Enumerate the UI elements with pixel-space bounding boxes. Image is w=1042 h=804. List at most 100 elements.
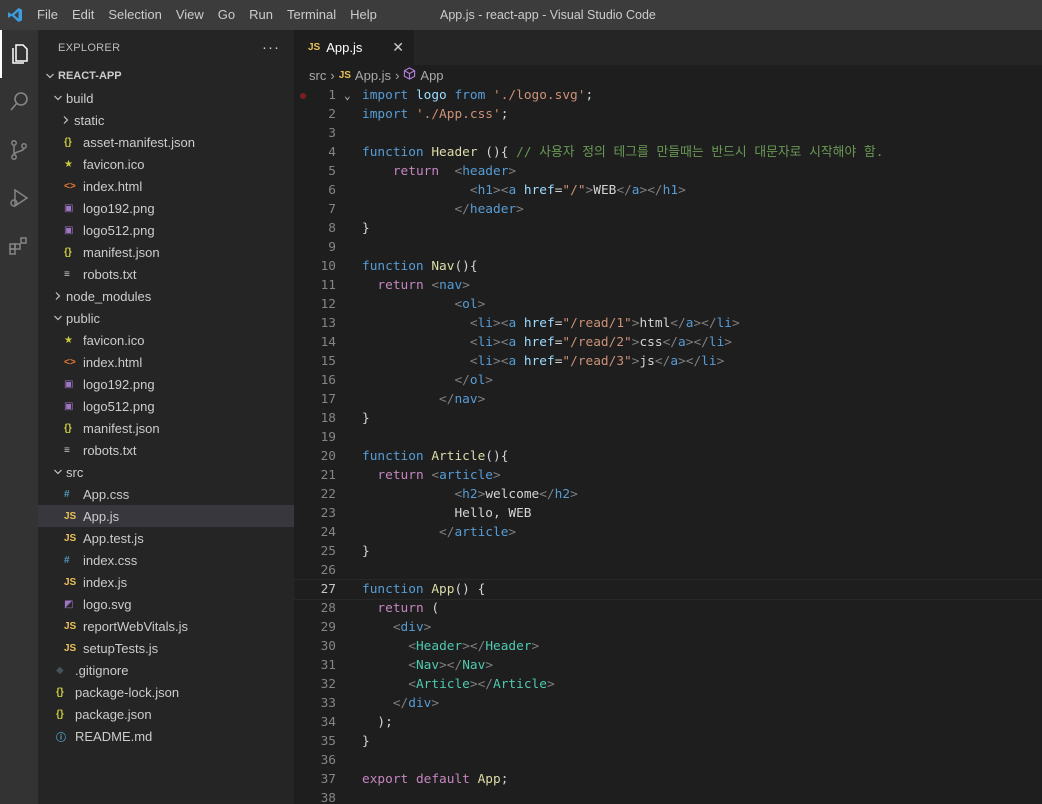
tree-file[interactable]: ★ favicon.ico: [38, 153, 294, 175]
tree-file[interactable]: ◩ logo.svg: [38, 593, 294, 615]
code-line[interactable]: 12 <ol>: [294, 295, 1042, 314]
menu-help[interactable]: Help: [343, 0, 384, 30]
source-control-icon[interactable]: [0, 126, 38, 174]
menu-edit[interactable]: Edit: [65, 0, 101, 30]
code-line[interactable]: 15 <li><a href="/read/3">js</a></li>: [294, 352, 1042, 371]
tree-folder[interactable]: public: [38, 307, 294, 329]
code-line[interactable]: 33 </div>: [294, 694, 1042, 713]
tree-item-label: static: [74, 112, 105, 128]
code-token: function: [362, 582, 432, 597]
code-line[interactable]: 31 <Nav></Nav>: [294, 656, 1042, 675]
code-line[interactable]: 7 </header>: [294, 200, 1042, 219]
tree-item-label: src: [66, 464, 84, 480]
tree-folder[interactable]: node_modules: [38, 285, 294, 307]
code-line[interactable]: 28 return (: [294, 599, 1042, 618]
code-line[interactable]: 10 function Nav(){: [294, 257, 1042, 276]
code-line[interactable]: 6 <h1><a href="/">WEB</a></h1>: [294, 181, 1042, 200]
code-token: "/read/1": [562, 316, 632, 331]
code-token: (){: [485, 449, 509, 464]
tree-file[interactable]: {} package-lock.json: [38, 681, 294, 703]
code-line[interactable]: 2 import './App.css';: [294, 105, 1042, 124]
menu-selection[interactable]: Selection: [101, 0, 168, 30]
tree-file[interactable]: # App.css: [38, 483, 294, 505]
code-line[interactable]: 1 ⌄ import logo from './logo.svg';: [294, 86, 1042, 105]
tree-file[interactable]: JS reportWebVitals.js: [38, 615, 294, 637]
line-number: 3: [328, 126, 336, 141]
tree-file[interactable]: ▣ logo512.png: [38, 219, 294, 241]
code-line[interactable]: 23 Hello, WEB: [294, 504, 1042, 523]
code-line[interactable]: 9: [294, 238, 1042, 257]
tree-file[interactable]: ▣ logo192.png: [38, 197, 294, 219]
tree-file[interactable]: ▣ logo512.png: [38, 395, 294, 417]
code-line[interactable]: 18}: [294, 409, 1042, 428]
code-line[interactable]: 36: [294, 751, 1042, 770]
code-line[interactable]: 34 );: [294, 713, 1042, 732]
tree-file[interactable]: # index.css: [38, 549, 294, 571]
code-editor[interactable]: 1 ⌄ import logo from './logo.svg'; 2 import …: [293, 86, 1042, 804]
explorer-icon[interactable]: [0, 30, 38, 78]
js-file-icon: JS: [338, 69, 351, 81]
code-line[interactable]: 8}: [294, 219, 1042, 238]
tree-file[interactable]: {} manifest.json: [38, 241, 294, 263]
breadcrumb-file[interactable]: App.js: [355, 68, 391, 83]
menu-view[interactable]: View: [169, 0, 211, 30]
tab-app-js[interactable]: JS App.js ✕: [294, 30, 414, 65]
code-line[interactable]: 22 <h2>welcome</h2>: [294, 485, 1042, 504]
tree-file[interactable]: JS App.test.js: [38, 527, 294, 549]
tree-file[interactable]: {} package.json: [38, 703, 294, 725]
code-line[interactable]: 13 <li><a href="/read/1">html</a></li>: [294, 314, 1042, 333]
code-line[interactable]: 29 <div>: [294, 618, 1042, 637]
code-line[interactable]: 11 return <nav>: [294, 276, 1042, 295]
code-line[interactable]: 37 export default App;: [294, 770, 1042, 789]
code-line[interactable]: 20 function Article(){: [294, 447, 1042, 466]
code-line[interactable]: 25}: [294, 542, 1042, 561]
menu-run[interactable]: Run: [242, 0, 280, 30]
code-line[interactable]: 30 <Header></Header>: [294, 637, 1042, 656]
search-icon[interactable]: [0, 78, 38, 126]
tree-file[interactable]: ▣ logo192.png: [38, 373, 294, 395]
tree-file[interactable]: ◆ .gitignore: [38, 659, 294, 681]
tree-file[interactable]: ≡ robots.txt: [38, 263, 294, 285]
code-line[interactable]: 27 function App() {: [293, 579, 1042, 600]
tree-file[interactable]: <> index.html: [38, 351, 294, 373]
tree-file[interactable]: {} manifest.json: [38, 417, 294, 439]
more-actions-icon[interactable]: ···: [262, 39, 280, 56]
tree-folder[interactable]: static: [38, 109, 294, 131]
menu-go[interactable]: Go: [211, 0, 242, 30]
tree-file[interactable]: {} asset-manifest.json: [38, 131, 294, 153]
menu-terminal[interactable]: Terminal: [280, 0, 343, 30]
breadcrumb-symbol[interactable]: App: [420, 68, 443, 83]
menu-file[interactable]: File: [30, 0, 65, 30]
tree-file[interactable]: ★ favicon.ico: [38, 329, 294, 351]
tree-file[interactable]: ⓘ README.md: [38, 725, 294, 747]
tree-file[interactable]: JS index.js: [38, 571, 294, 593]
code-line[interactable]: 17 </nav>: [294, 390, 1042, 409]
code-line[interactable]: 3: [294, 124, 1042, 143]
code-line[interactable]: 4 function Header (){ // 사용자 정의 테그를 만들때는 …: [294, 143, 1042, 162]
run-debug-icon[interactable]: [0, 174, 38, 222]
tree-file[interactable]: JS App.js: [38, 505, 294, 527]
tree-folder[interactable]: build: [38, 87, 294, 109]
code-line[interactable]: 24 </article>: [294, 523, 1042, 542]
breadcrumb-folder[interactable]: src: [309, 68, 326, 83]
code-line[interactable]: 26: [294, 561, 1042, 580]
code-line[interactable]: 19: [294, 428, 1042, 447]
code-line[interactable]: 14 <li><a href="/read/2">css</a></li>: [294, 333, 1042, 352]
tree-folder[interactable]: src: [38, 461, 294, 483]
close-icon[interactable]: ✕: [392, 39, 404, 56]
fold-chevron-icon[interactable]: ⌄: [344, 86, 351, 105]
tree-file[interactable]: ≡ robots.txt: [38, 439, 294, 461]
tree-file[interactable]: <> index.html: [38, 175, 294, 197]
code-line[interactable]: 16 </ol>: [294, 371, 1042, 390]
tree-file[interactable]: JS setupTests.js: [38, 637, 294, 659]
code-line[interactable]: 5 return <header>: [294, 162, 1042, 181]
code-line[interactable]: 21 return <article>: [294, 466, 1042, 485]
code-line[interactable]: 38: [294, 789, 1042, 804]
code-token: div: [400, 620, 424, 635]
code-line[interactable]: 32 <Article></Article>: [294, 675, 1042, 694]
extensions-icon[interactable]: [0, 222, 38, 270]
code-line[interactable]: 35}: [294, 732, 1042, 751]
workspace-root[interactable]: REACT-APP: [38, 65, 294, 87]
